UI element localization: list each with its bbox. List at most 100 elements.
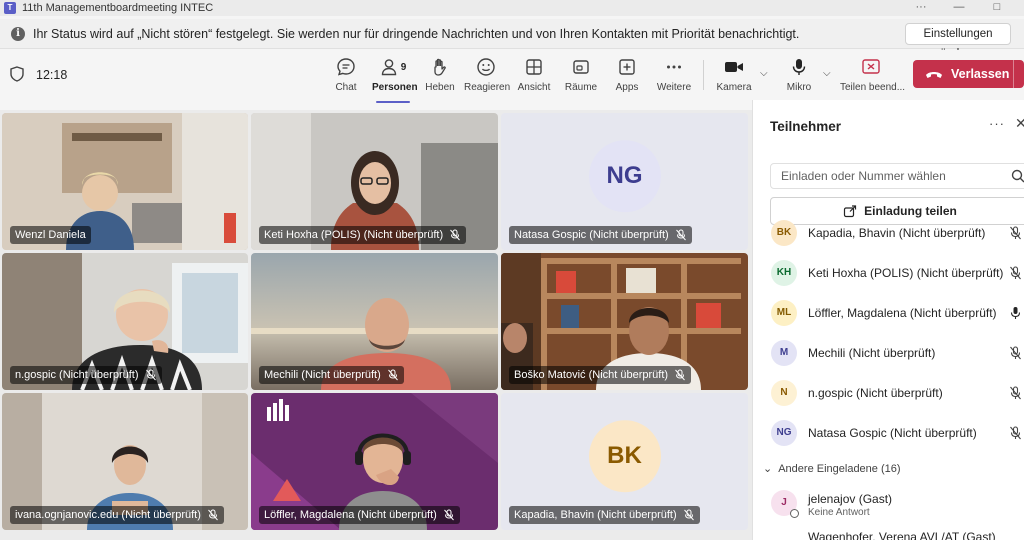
video-tile[interactable]: Löffler, Magdalena (Nicht überprüft) xyxy=(251,393,498,530)
video-tile[interactable]: Keti Hoxha (POLIS) (Nicht überprüft) xyxy=(251,113,498,250)
share-icon xyxy=(844,205,857,218)
participant-name: Boško Matović (Nicht überprüft) xyxy=(514,369,669,381)
react-label: Reagieren xyxy=(464,82,511,93)
participant-avatar: ML xyxy=(771,300,797,326)
participant-row[interactable]: NG Natasa Gospic (Nicht überprüft) xyxy=(771,418,1024,448)
dnd-notification-bar: i Ihr Status wird auf „Nicht stören“ fes… xyxy=(0,19,1024,60)
participant-name-tag: ivana.ognjanovic.edu (Nicht überprüft) xyxy=(10,506,224,524)
mic-options-chevron-icon[interactable]: ⌵ xyxy=(823,68,831,79)
window-more-button[interactable]: ··· xyxy=(906,0,936,14)
leave-label: Verlassen xyxy=(951,67,1010,81)
leave-split-divider xyxy=(1013,60,1014,88)
invitee-avatar: J xyxy=(771,490,799,518)
participant-name: Natasa Gospic (Nicht überprüft) xyxy=(514,229,669,241)
more-actions-label: Weitere xyxy=(656,82,692,93)
participant-avatar: NG xyxy=(771,420,797,446)
video-tile[interactable]: Mechili (Nicht überprüft) xyxy=(251,253,498,390)
share-invite-label: Einladung teilen xyxy=(864,204,957,218)
mic-off-icon xyxy=(1010,386,1021,400)
people-count-badge: 9 xyxy=(400,61,407,73)
teams-logo-icon: T xyxy=(4,2,16,14)
chat-icon xyxy=(337,58,355,76)
camera-button[interactable]: Kamera xyxy=(716,56,752,98)
mic-off-icon xyxy=(683,509,694,521)
status-unknown-icon xyxy=(790,509,799,518)
smiley-icon xyxy=(477,58,495,76)
apps-button[interactable]: Apps xyxy=(611,56,643,98)
invitee-row[interactable]: J jelenajov (Gast) Keine Antwort xyxy=(771,488,1021,522)
participant-name-tag: Mechili (Nicht überprüft) xyxy=(259,366,404,384)
invite-search-input[interactable]: Einladen oder Nummer wählen xyxy=(770,163,1024,189)
participant-name-tag: n.gospic (Nicht überprüft) xyxy=(10,366,162,384)
participant-avatar: BK xyxy=(771,220,797,246)
participant-row[interactable]: ML Löffler, Magdalena (Nicht überprüft) xyxy=(771,298,1024,328)
other-invitees-label: Andere Eingeladene (16) xyxy=(778,463,901,475)
rooms-button[interactable]: Räume xyxy=(564,56,598,98)
raise-hand-button[interactable]: Heben xyxy=(424,56,456,98)
microphone-icon xyxy=(792,59,806,75)
chat-button[interactable]: Chat xyxy=(330,56,362,98)
stop-sharing-label: Teilen beend... xyxy=(840,82,906,93)
window-maximize-button[interactable]: □ xyxy=(982,0,1012,14)
participant-name-tag: Kapadia, Bhavin (Nicht überprüft) xyxy=(509,506,700,524)
participant-row[interactable]: BK Kapadia, Bhavin (Nicht überprüft) xyxy=(771,218,1024,248)
stop-share-icon xyxy=(862,59,880,74)
participant-name: Keti Hoxha (POLIS) (Nicht überprüft) xyxy=(808,266,1004,280)
window-titlebar: T 11th Managementboardmeeting INTEC ··· … xyxy=(0,0,1024,16)
participant-row[interactable]: M Mechili (Nicht überprüft) xyxy=(771,338,1024,368)
mic-off-icon xyxy=(675,369,685,381)
panel-title: Teilnehmer xyxy=(770,119,842,134)
panel-close-button[interactable]: ✕ xyxy=(1015,115,1024,132)
leave-button[interactable]: Verlassen xyxy=(913,60,1024,88)
other-invitees-header[interactable]: ⌄ Andere Eingeladene (16) xyxy=(763,462,901,475)
microphone-icon xyxy=(1010,307,1021,319)
participant-row[interactable]: N n.gospic (Nicht überprüft) xyxy=(771,378,1024,408)
hang-up-icon xyxy=(926,72,942,78)
people-label: Personen xyxy=(372,82,418,93)
video-tile[interactable]: n.gospic (Nicht überprüft) xyxy=(2,253,248,390)
invitee-name: jelenajov (Gast) xyxy=(808,492,893,506)
mic-off-icon xyxy=(208,509,218,521)
mic-off-icon xyxy=(675,229,686,241)
video-tile[interactable]: ivana.ognjanovic.edu (Nicht überprüft) xyxy=(2,393,248,530)
camera-label: Kamera xyxy=(716,82,752,93)
change-settings-button[interactable]: Einstellungen ändern xyxy=(905,23,1011,60)
participant-name-tag: Natasa Gospic (Nicht überprüft) xyxy=(509,226,692,244)
mic-off-icon xyxy=(1010,346,1021,360)
mic-button[interactable]: Mikro xyxy=(784,56,814,98)
info-icon: i xyxy=(11,26,25,41)
mic-off-icon xyxy=(443,509,454,521)
participant-name: Kapadia, Bhavin (Nicht überprüft) xyxy=(514,509,677,521)
video-tile[interactable]: Boško Matović (Nicht überprüft) xyxy=(501,253,748,390)
raise-hand-label: Heben xyxy=(425,82,455,93)
participant-name-tag: Keti Hoxha (POLIS) (Nicht überprüft) xyxy=(259,226,467,244)
people-icon xyxy=(381,59,396,76)
dnd-notification-text: Ihr Status wird auf „Nicht stören“ festg… xyxy=(33,26,800,41)
window-minimize-button[interactable]: — xyxy=(944,0,974,14)
camera-options-chevron-icon[interactable]: ⌵ xyxy=(760,68,768,79)
panel-more-options-button[interactable]: ··· xyxy=(989,116,1005,131)
participant-name: Mechili (Nicht überprüft) xyxy=(808,346,936,360)
participant-name-tag: Löffler, Magdalena (Nicht überprüft) xyxy=(259,506,460,524)
chevron-down-icon: ⌄ xyxy=(763,463,773,475)
participant-row[interactable]: KH Keti Hoxha (POLIS) (Nicht überprüft) xyxy=(771,258,1024,288)
more-actions-button[interactable]: Weitere xyxy=(656,56,692,98)
view-button[interactable]: Ansicht xyxy=(516,56,552,98)
participant-name: Löffler, Magdalena (Nicht überprüft) xyxy=(264,509,437,521)
grid-view-icon xyxy=(526,59,542,75)
video-tile[interactable]: Wenzl Daniela xyxy=(2,113,248,250)
stop-sharing-button[interactable]: Teilen beend... xyxy=(840,56,906,98)
invitee-name[interactable]: Wagenhofer, Verena AVL/AT (Gast) xyxy=(808,530,996,540)
camera-icon xyxy=(725,62,743,72)
hand-icon xyxy=(434,58,446,76)
people-button[interactable]: 9 Personen xyxy=(372,56,418,103)
video-tile[interactable]: NG Natasa Gospic (Nicht überprüft) xyxy=(501,113,748,250)
add-apps-icon xyxy=(619,59,635,75)
participant-avatar: KH xyxy=(771,260,797,286)
react-button[interactable]: Reagieren xyxy=(464,56,511,98)
video-tile[interactable]: BK Kapadia, Bhavin (Nicht überprüft) xyxy=(501,393,748,530)
mic-off-icon xyxy=(387,369,398,381)
participant-avatar: N xyxy=(771,380,797,406)
invitee-status: Keine Antwort xyxy=(808,507,870,518)
search-icon xyxy=(1011,169,1024,183)
